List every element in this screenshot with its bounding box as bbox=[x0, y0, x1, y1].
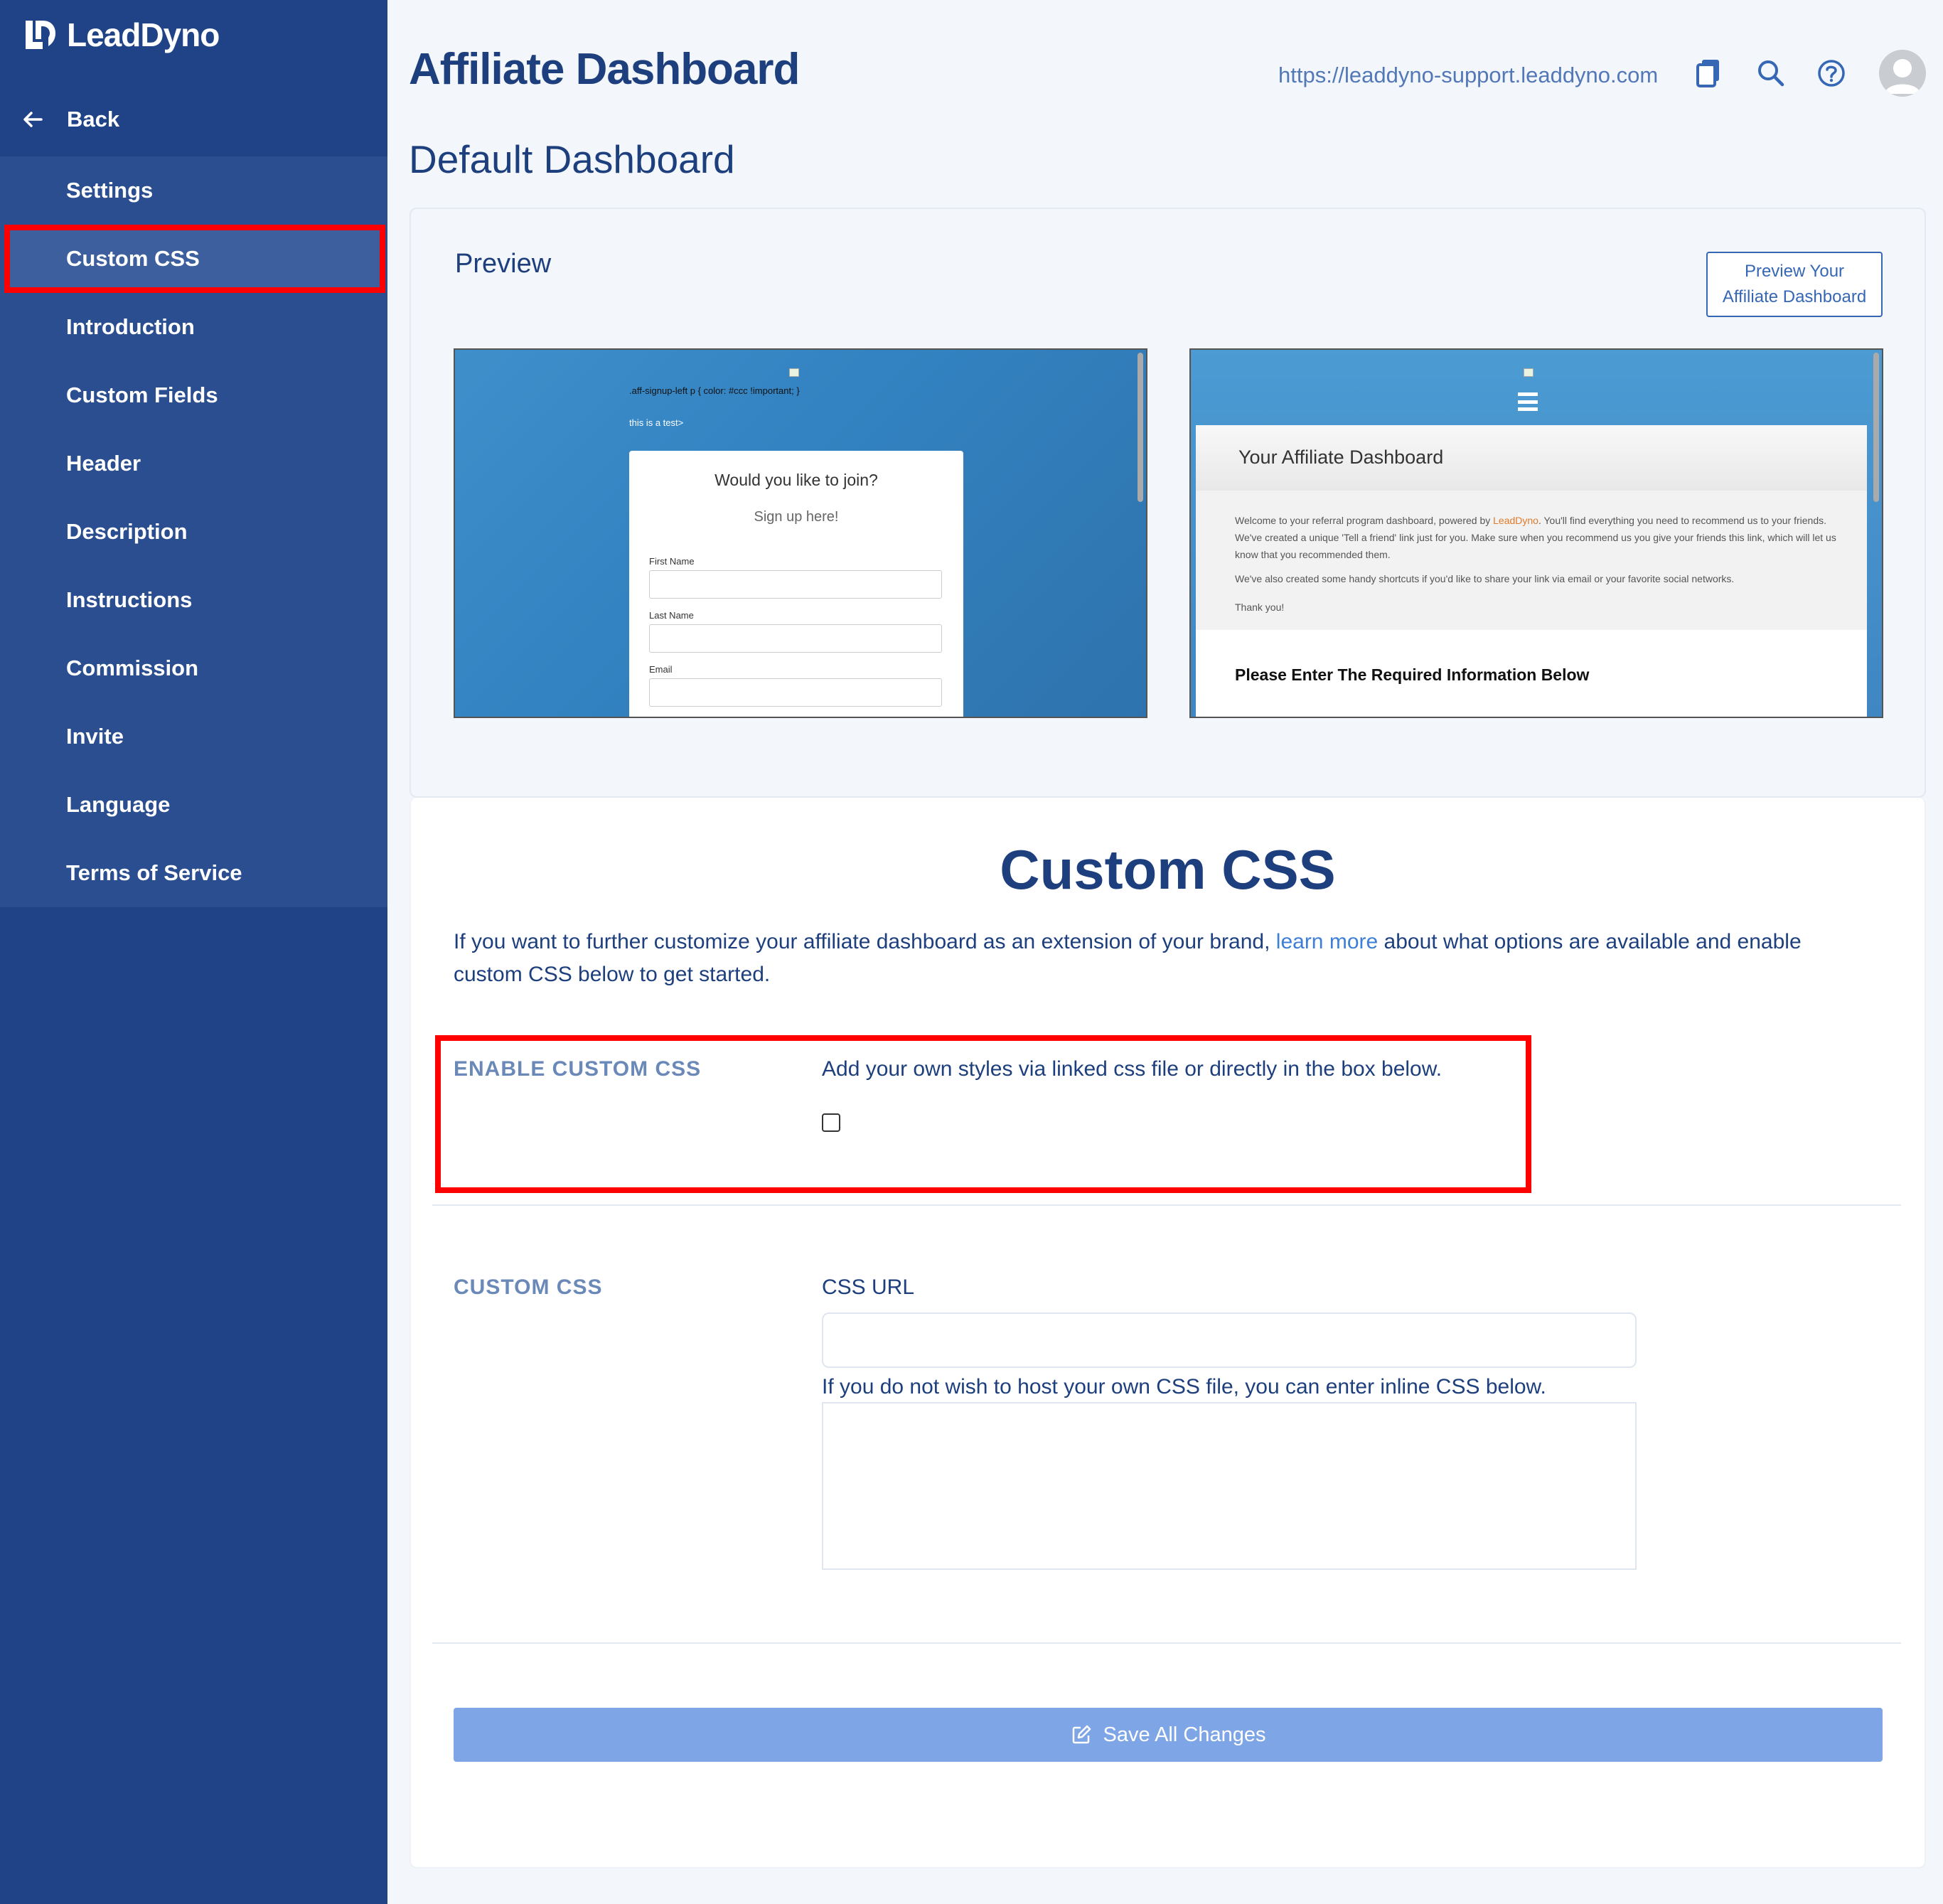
divider bbox=[432, 1642, 1901, 1644]
welcome-pre: Welcome to your referral program dashboa… bbox=[1235, 515, 1494, 526]
dashboard-thanks-text: Thank you! bbox=[1235, 601, 1285, 613]
learn-more-link[interactable]: learn more bbox=[1276, 930, 1378, 953]
sidebar-item-custom-css[interactable]: Custom CSS bbox=[4, 225, 385, 293]
logo-text: LeadDyno bbox=[67, 16, 220, 53]
css-url-input[interactable] bbox=[822, 1312, 1637, 1368]
custom-css-description: If you want to further customize your af… bbox=[454, 926, 1875, 991]
divider bbox=[432, 1204, 1901, 1206]
sidebar-item-instructions[interactable]: Instructions bbox=[0, 566, 387, 634]
back-link[interactable]: Back bbox=[20, 107, 119, 132]
last-name-field bbox=[649, 624, 942, 653]
help-icon[interactable] bbox=[1815, 57, 1848, 90]
css-url-label: CSS URL bbox=[822, 1275, 915, 1299]
hamburger-menu-icon bbox=[1518, 392, 1538, 411]
preview-card: Preview Preview Your Affiliate Dashboard… bbox=[410, 208, 1926, 798]
sidebar-item-custom-fields[interactable]: Custom Fields bbox=[0, 361, 387, 429]
dashboard-required-section: Please Enter The Required Information Be… bbox=[1196, 630, 1867, 717]
scrollbar[interactable] bbox=[1138, 353, 1143, 502]
signup-preview-thumbnail[interactable]: .aff-signup-left p { color: #ccc !import… bbox=[454, 348, 1147, 718]
avatar[interactable] bbox=[1879, 50, 1926, 97]
dashboard-preview-panel: Your Affiliate Dashboard Welcome to your… bbox=[1196, 425, 1867, 717]
inline-css-textarea[interactable] bbox=[822, 1402, 1637, 1570]
sidebar-item-commission[interactable]: Commission bbox=[0, 634, 387, 702]
dashboard-title: Default Dashboard bbox=[409, 137, 735, 181]
enable-custom-css-checkbox[interactable] bbox=[822, 1113, 840, 1132]
sidebar-item-introduction[interactable]: Introduction bbox=[0, 293, 387, 361]
enable-custom-css-text: Add your own styles via linked css file … bbox=[822, 1057, 1442, 1081]
broken-image-icon bbox=[1524, 368, 1533, 377]
custom-css-heading: Custom CSS bbox=[1000, 838, 1336, 901]
copy-icon[interactable] bbox=[1692, 57, 1725, 90]
edit-icon bbox=[1072, 1725, 1091, 1744]
last-name-label: Last Name bbox=[649, 610, 694, 621]
preview-button-line1: Preview Your bbox=[1744, 262, 1845, 281]
dashboard-shortcuts-text: We've also created some handy shortcuts … bbox=[1235, 573, 1735, 584]
back-label: Back bbox=[67, 107, 120, 132]
desc-pre: If you want to further customize your af… bbox=[454, 930, 1276, 953]
enable-custom-css-label: ENABLE CUSTOM CSS bbox=[454, 1057, 702, 1081]
signup-test-text: this is a test> bbox=[629, 417, 684, 428]
page-title: Affiliate Dashboard bbox=[409, 45, 800, 94]
broken-image-icon bbox=[789, 368, 799, 377]
save-button-label: Save All Changes bbox=[1103, 1723, 1266, 1746]
first-name-field bbox=[649, 570, 942, 599]
preview-button-line2: Affiliate Dashboard bbox=[1722, 287, 1867, 306]
inline-css-hint: If you do not wish to host your own CSS … bbox=[822, 1375, 1546, 1398]
user-icon bbox=[1885, 59, 1920, 94]
signup-css-text: .aff-signup-left p { color: #ccc !import… bbox=[629, 385, 800, 396]
search-icon[interactable] bbox=[1755, 57, 1787, 90]
arrow-left-icon bbox=[23, 112, 43, 127]
logo[interactable]: LeadDyno bbox=[23, 16, 220, 54]
dashboard-preview-title: Your Affiliate Dashboard bbox=[1238, 446, 1444, 468]
dashboard-required-heading: Please Enter The Required Information Be… bbox=[1235, 665, 1590, 684]
email-label: Email bbox=[649, 664, 673, 675]
preview-label: Preview bbox=[455, 249, 552, 279]
first-name-label: First Name bbox=[649, 556, 695, 567]
custom-css-section-label: CUSTOM CSS bbox=[454, 1275, 603, 1299]
signup-form: Would you like to join? Sign up here! Fi… bbox=[629, 451, 963, 717]
sidebar-item-invite[interactable]: Invite bbox=[0, 702, 387, 771]
signup-join-heading: Would you like to join? bbox=[714, 471, 878, 489]
preview-dashboard-button[interactable]: Preview Your Affiliate Dashboard bbox=[1706, 252, 1883, 317]
leaddyno-logo-icon bbox=[26, 21, 55, 49]
sidebar-item-header[interactable]: Header bbox=[0, 429, 387, 498]
dashboard-welcome-text: Welcome to your referral program dashboa… bbox=[1235, 512, 1846, 563]
scrollbar[interactable] bbox=[1873, 353, 1879, 502]
sidebar-menu: Settings Custom CSS Introduction Custom … bbox=[0, 156, 387, 907]
sidebar-item-settings[interactable]: Settings bbox=[0, 156, 387, 225]
sidebar: LeadDyno Back Settings Custom CSS Introd… bbox=[0, 0, 387, 1904]
sidebar-item-terms-of-service[interactable]: Terms of Service bbox=[0, 839, 387, 907]
sidebar-item-language[interactable]: Language bbox=[0, 771, 387, 839]
custom-css-card: Custom CSS If you want to further custom… bbox=[410, 798, 1926, 1868]
signup-subheading: Sign up here! bbox=[754, 509, 839, 525]
sidebar-item-description[interactable]: Description bbox=[0, 498, 387, 566]
save-all-changes-button[interactable]: Save All Changes bbox=[454, 1708, 1883, 1762]
dashboard-preview-header: Your Affiliate Dashboard bbox=[1196, 425, 1867, 491]
email-field bbox=[649, 678, 942, 707]
dashboard-preview-thumbnail[interactable]: Your Affiliate Dashboard Welcome to your… bbox=[1189, 348, 1883, 718]
welcome-link: LeadDyno bbox=[1493, 515, 1538, 526]
affiliate-url-link[interactable]: https://leaddyno-support.leaddyno.com bbox=[1278, 63, 1658, 88]
